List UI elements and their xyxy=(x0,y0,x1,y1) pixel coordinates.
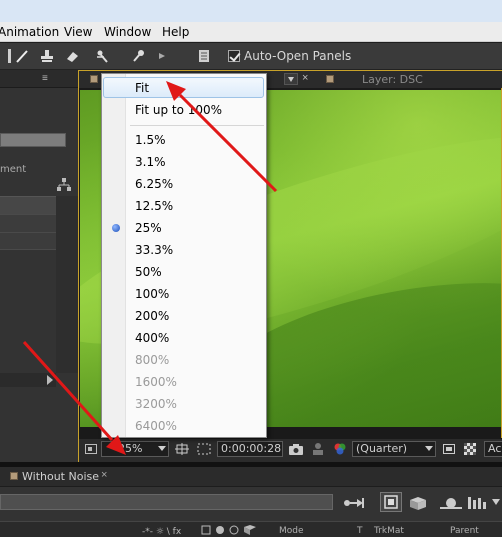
zoom-option: 6400% xyxy=(135,419,177,433)
timeline-search-input[interactable] xyxy=(0,494,333,510)
magnification-dropdown[interactable]: 25% xyxy=(101,441,169,457)
zoom-option: 3200% xyxy=(135,397,177,411)
layer-switches-icons: -*- ☼ \ fx xyxy=(142,524,264,537)
zoom-option[interactable]: 12.5% xyxy=(135,199,173,213)
svg-text:-*- ☼ \ fx: -*- ☼ \ fx xyxy=(142,527,182,536)
active-camera-dropdown[interactable]: Ac xyxy=(484,441,502,457)
menu-animation[interactable]: Animation xyxy=(0,25,59,39)
motion-blur-icon[interactable] xyxy=(440,494,462,512)
zoom-option[interactable]: 200% xyxy=(135,309,169,323)
tools-toolbar: Auto-Open Panels xyxy=(0,43,502,70)
mode-column-header: Mode xyxy=(279,526,304,536)
close-tab-icon[interactable]: × xyxy=(101,469,107,481)
chevron-down-icon xyxy=(425,446,433,451)
t-column-header: T xyxy=(357,526,363,536)
tab-without-noise[interactable]: Without Noise xyxy=(22,470,99,483)
zoom-option[interactable]: 1.5% xyxy=(135,133,166,147)
auto-open-panels-label: Auto-Open Panels xyxy=(244,49,352,63)
zoom-option[interactable]: Fit xyxy=(135,81,149,95)
tool-options-icon[interactable] xyxy=(152,47,172,65)
project-panel-header: ≡ xyxy=(0,70,78,88)
roto-brush-icon[interactable] xyxy=(92,47,112,65)
auto-open-panels-checkbox[interactable] xyxy=(228,50,240,62)
show-snapshot-icon[interactable] xyxy=(309,441,327,457)
magnification-menu xyxy=(101,73,267,438)
zoom-option[interactable]: 25% xyxy=(135,221,162,235)
camera-snapshot-icon[interactable] xyxy=(287,441,305,457)
title-safe-grid-icon[interactable] xyxy=(173,441,191,457)
project-list-item[interactable] xyxy=(0,196,56,214)
resolution-value: (Quarter) xyxy=(356,442,408,455)
transparency-grid-icon[interactable] xyxy=(461,441,479,457)
auto-open-panels-toggle[interactable]: Auto-Open Panels xyxy=(228,49,351,63)
project-scrollbar[interactable] xyxy=(56,196,78,373)
draft-3d-icon[interactable] xyxy=(406,494,428,512)
region-of-interest-icon[interactable] xyxy=(440,441,458,457)
mask-visibility-icon[interactable] xyxy=(195,441,213,457)
menu-separator xyxy=(130,125,264,126)
eraser-icon[interactable] xyxy=(62,47,82,65)
current-time-display[interactable]: 0:00:00:28 xyxy=(217,441,283,457)
window-title-strip xyxy=(0,0,502,22)
menu-help[interactable]: Help xyxy=(162,25,189,39)
workspace-panel-icon[interactable] xyxy=(194,47,214,65)
parent-column-header: Parent xyxy=(450,526,479,536)
menu-view[interactable]: View xyxy=(64,25,92,39)
graph-editor-icon[interactable] xyxy=(466,494,488,512)
zoom-option[interactable]: 33.3% xyxy=(135,243,173,257)
always-preview-icon[interactable] xyxy=(82,441,100,457)
timeline-tab-bar: Without Noise × xyxy=(0,467,502,487)
comp-flowchart-icon[interactable] xyxy=(343,494,369,512)
menu-bar: Animation View Window Help xyxy=(0,22,502,42)
panel-menu-icon[interactable]: ≡ xyxy=(42,73,48,84)
comp-tab-dropdown-button[interactable] xyxy=(284,73,298,85)
project-search-field[interactable] xyxy=(0,133,66,147)
timeline-color-swatch-icon xyxy=(10,472,18,480)
project-column-header: ment xyxy=(0,164,27,175)
project-horizontal-scrollbar[interactable] xyxy=(0,373,56,387)
close-tab-icon[interactable]: × xyxy=(302,72,308,84)
zoom-option[interactable]: 6.25% xyxy=(135,177,173,191)
trkmat-column-header: TrkMat xyxy=(374,526,404,536)
project-list-item[interactable] xyxy=(0,214,56,232)
comp-color-swatch-icon xyxy=(90,75,98,83)
flowchart-icon[interactable] xyxy=(57,178,71,192)
resolution-dropdown[interactable]: (Quarter) xyxy=(352,441,436,457)
zoom-option[interactable]: 100% xyxy=(135,287,169,301)
clone-stamp-icon[interactable] xyxy=(37,47,57,65)
project-list-item[interactable] xyxy=(0,232,56,250)
puppet-pin-icon[interactable] xyxy=(128,47,148,65)
zoom-option[interactable]: Fit up to 100% xyxy=(135,103,222,117)
menu-window[interactable]: Window xyxy=(104,25,151,39)
zoom-option: 1600% xyxy=(135,375,177,389)
timeline-options-icon[interactable] xyxy=(490,494,502,512)
layer-color-swatch-icon xyxy=(326,75,334,83)
tab-layer[interactable]: Layer: DSC xyxy=(362,73,423,86)
scroll-right-arrow-icon[interactable] xyxy=(47,375,53,385)
chevron-down-icon xyxy=(158,446,166,451)
pen-tool-icon[interactable] xyxy=(12,47,32,65)
zoom-option[interactable]: 3.1% xyxy=(135,155,166,169)
menu-gutter xyxy=(102,74,126,437)
zoom-option[interactable]: 50% xyxy=(135,265,162,279)
zoom-option[interactable]: 400% xyxy=(135,331,169,345)
zoom-option: 800% xyxy=(135,353,170,367)
selected-radio-icon xyxy=(112,224,120,232)
live-update-icon[interactable] xyxy=(380,492,402,512)
menu-highlight xyxy=(103,77,264,98)
channel-rgb-icon[interactable] xyxy=(331,441,349,457)
magnification-value: 25% xyxy=(118,442,143,455)
